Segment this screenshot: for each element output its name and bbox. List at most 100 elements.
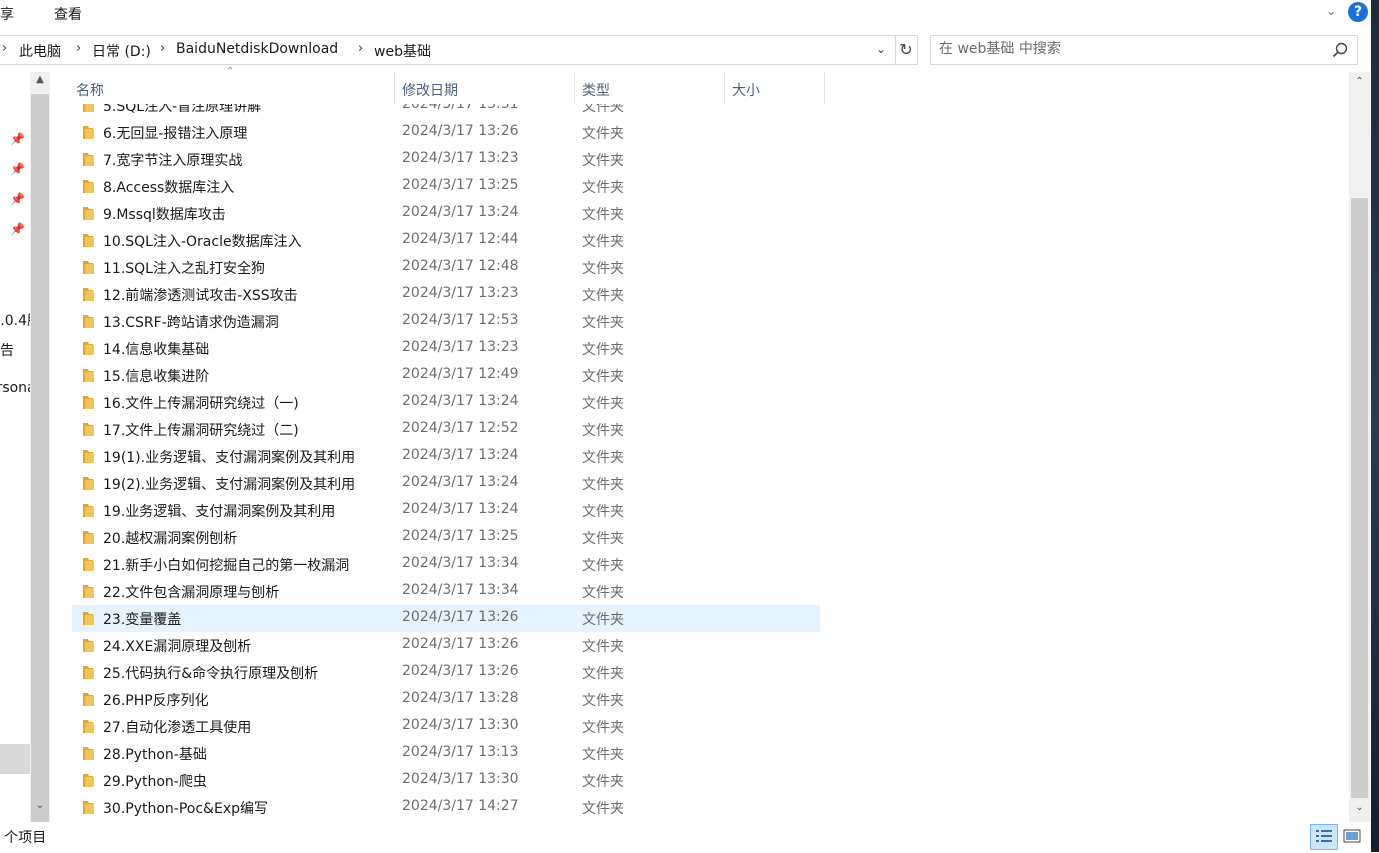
file-name: 22.文件包含漏洞原理与刨析 xyxy=(103,585,280,601)
table-row[interactable]: 21.新手小白如何挖掘自己的第一枚漏洞 2024/3/17 13:34 文件夹 xyxy=(72,551,820,578)
nav-item[interactable]: 毒告 xyxy=(0,340,14,360)
file-type: 文件夹 xyxy=(582,585,624,601)
table-row[interactable]: 19(1).业务逻辑、支付漏洞案例及其利用 2024/3/17 13:24 文件夹 xyxy=(72,443,820,470)
file-type: 文件夹 xyxy=(582,612,624,628)
table-row[interactable]: 23.变量覆盖 2024/3/17 13:26 文件夹 xyxy=(72,605,820,632)
column-divider[interactable] xyxy=(824,72,825,104)
pin-icon[interactable]: 📌 xyxy=(10,132,25,146)
file-date: 2024/3/17 13:24 xyxy=(402,204,519,220)
column-divider[interactable] xyxy=(394,72,395,104)
pin-icon[interactable]: 📌 xyxy=(10,192,25,206)
file-type: 文件夹 xyxy=(582,396,624,412)
menu-share[interactable]: 共享 xyxy=(0,4,14,24)
file-date: 2024/3/17 13:26 xyxy=(402,663,519,679)
chevron-right-icon[interactable]: › xyxy=(76,41,81,56)
file-name: 13.CSRF-跨站请求伪造漏洞 xyxy=(103,315,279,331)
column-type[interactable]: 类型 xyxy=(582,80,610,100)
search-input[interactable] xyxy=(939,36,1319,62)
folder-icon xyxy=(83,180,94,193)
breadcrumb-current[interactable]: web基础 xyxy=(374,41,431,61)
scroll-down-icon[interactable]: ⌄ xyxy=(1349,802,1370,820)
folder-icon xyxy=(83,126,94,139)
folder-icon xyxy=(83,504,94,517)
folder-icon xyxy=(83,315,94,328)
column-name[interactable]: 名称 xyxy=(76,80,104,100)
chevron-right-icon[interactable]: › xyxy=(160,41,165,56)
table-row[interactable]: 9.Mssql数据库攻击 2024/3/17 13:24 文件夹 xyxy=(72,200,820,227)
folder-icon xyxy=(83,558,94,571)
table-row[interactable]: 13.CSRF-跨站请求伪造漏洞 2024/3/17 12:53 文件夹 xyxy=(72,308,820,335)
table-row[interactable]: 14.信息收集基础 2024/3/17 13:23 文件夹 xyxy=(72,335,820,362)
file-name: 26.PHP反序列化 xyxy=(103,693,209,709)
chevron-down-icon[interactable]: ⌄ xyxy=(1322,4,1340,20)
file-type: 文件夹 xyxy=(582,774,624,790)
file-date: 2024/3/17 12:53 xyxy=(402,312,519,328)
folder-icon xyxy=(83,261,94,274)
table-row[interactable]: 30.Python-Poc&Exp编写 2024/3/17 14:27 文件夹 xyxy=(72,794,820,820)
column-divider[interactable] xyxy=(574,72,575,104)
refresh-icon[interactable]: ↻ xyxy=(895,35,918,65)
file-name: 11.SQL注入之乱打安全狗 xyxy=(103,261,265,277)
file-type: 文件夹 xyxy=(582,369,624,385)
file-type: 文件夹 xyxy=(582,234,624,250)
breadcrumb-this-pc[interactable]: 此电脑 xyxy=(19,41,61,61)
column-date[interactable]: 修改日期 xyxy=(402,80,458,100)
navigation-pane: 📌 📌 📌 📌 0.4.0.4服 毒告 Persona ▲ ⌄ xyxy=(0,72,50,822)
status-bar: 28 个项目 xyxy=(0,822,1371,852)
column-header: ⌃ 名称 修改日期 类型 大小 xyxy=(72,66,832,104)
table-row[interactable]: 15.信息收集进阶 2024/3/17 12:49 文件夹 xyxy=(72,362,820,389)
table-row[interactable]: 8.Access数据库注入 2024/3/17 13:25 文件夹 xyxy=(72,173,820,200)
file-name: 24.XXE漏洞原理及刨析 xyxy=(103,639,252,655)
file-date: 2024/3/17 13:25 xyxy=(402,177,519,193)
folder-icon xyxy=(83,396,94,409)
table-row[interactable]: 28.Python-基础 2024/3/17 13:13 文件夹 xyxy=(72,740,820,767)
file-name: 28.Python-基础 xyxy=(103,747,207,763)
table-row[interactable]: 5.SQL注入-盲注原理讲解 2024/3/17 13:31 文件夹 xyxy=(72,104,820,119)
table-row[interactable]: 24.XXE漏洞原理及刨析 2024/3/17 13:26 文件夹 xyxy=(72,632,820,659)
vertical-scrollbar[interactable]: ⌃ ⌄ xyxy=(1349,72,1370,822)
file-date: 2024/3/17 13:24 xyxy=(402,474,519,490)
breadcrumb-drive[interactable]: 日常 (D:) xyxy=(92,41,151,61)
file-date: 2024/3/17 13:24 xyxy=(402,501,519,517)
nav-item-selected[interactable] xyxy=(0,744,30,774)
details-view-icon[interactable] xyxy=(1310,824,1338,850)
chevron-right-icon[interactable]: › xyxy=(2,41,7,56)
menu-view[interactable]: 查看 xyxy=(54,4,82,24)
search-icon[interactable] xyxy=(1331,41,1349,59)
table-row[interactable]: 12.前端渗透测试攻击-XSS攻击 2024/3/17 13:23 文件夹 xyxy=(72,281,820,308)
scroll-down-icon[interactable]: ⌄ xyxy=(30,800,50,818)
table-row[interactable]: 6.无回显-报错注入原理 2024/3/17 13:26 文件夹 xyxy=(72,119,820,146)
help-icon[interactable]: ? xyxy=(1348,2,1368,22)
table-row[interactable]: 22.文件包含漏洞原理与刨析 2024/3/17 13:34 文件夹 xyxy=(72,578,820,605)
nav-scrollbar-thumb[interactable] xyxy=(31,94,49,822)
file-date: 2024/3/17 13:34 xyxy=(402,555,519,571)
table-row[interactable]: 11.SQL注入之乱打安全狗 2024/3/17 12:48 文件夹 xyxy=(72,254,820,281)
address-dropdown-icon[interactable]: ⌄ xyxy=(872,39,890,59)
pin-icon[interactable]: 📌 xyxy=(10,222,25,236)
address-bar[interactable]: › 此电脑 › 日常 (D:) › BaiduNetdiskDownload ›… xyxy=(0,35,896,65)
table-row[interactable]: 17.文件上传漏洞研究绕过（二) 2024/3/17 12:52 文件夹 xyxy=(72,416,820,443)
scrollbar-thumb[interactable] xyxy=(1351,198,1368,798)
table-row[interactable]: 19.业务逻辑、支付漏洞案例及其利用 2024/3/17 13:24 文件夹 xyxy=(72,497,820,524)
file-date: 2024/3/17 13:23 xyxy=(402,150,519,166)
large-icons-view-icon[interactable] xyxy=(1342,826,1362,846)
column-size[interactable]: 大小 xyxy=(732,80,760,100)
breadcrumb-download[interactable]: BaiduNetdiskDownload xyxy=(176,41,338,57)
folder-icon xyxy=(83,531,94,544)
column-divider[interactable] xyxy=(724,72,725,104)
table-row[interactable]: 16.文件上传漏洞研究绕过（一) 2024/3/17 13:24 文件夹 xyxy=(72,389,820,416)
table-row[interactable]: 10.SQL注入-Oracle数据库注入 2024/3/17 12:44 文件夹 xyxy=(72,227,820,254)
table-row[interactable]: 25.代码执行&命令执行原理及刨析 2024/3/17 13:26 文件夹 xyxy=(72,659,820,686)
table-row[interactable]: 27.自动化渗透工具使用 2024/3/17 13:30 文件夹 xyxy=(72,713,820,740)
file-type: 文件夹 xyxy=(582,207,624,223)
table-row[interactable]: 19(2).业务逻辑、支付漏洞案例及其利用 2024/3/17 13:24 文件夹 xyxy=(72,470,820,497)
table-row[interactable]: 20.越权漏洞案例刨析 2024/3/17 13:25 文件夹 xyxy=(72,524,820,551)
table-row[interactable]: 7.宽字节注入原理实战 2024/3/17 13:23 文件夹 xyxy=(72,146,820,173)
scroll-up-icon[interactable]: ▲ xyxy=(30,74,50,92)
file-date: 2024/3/17 12:48 xyxy=(402,258,519,274)
chevron-right-icon[interactable]: › xyxy=(358,41,363,56)
table-row[interactable]: 26.PHP反序列化 2024/3/17 13:28 文件夹 xyxy=(72,686,820,713)
pin-icon[interactable]: 📌 xyxy=(10,162,25,176)
scroll-up-icon[interactable]: ⌃ xyxy=(1349,76,1370,94)
table-row[interactable]: 29.Python-爬虫 2024/3/17 13:30 文件夹 xyxy=(72,767,820,794)
